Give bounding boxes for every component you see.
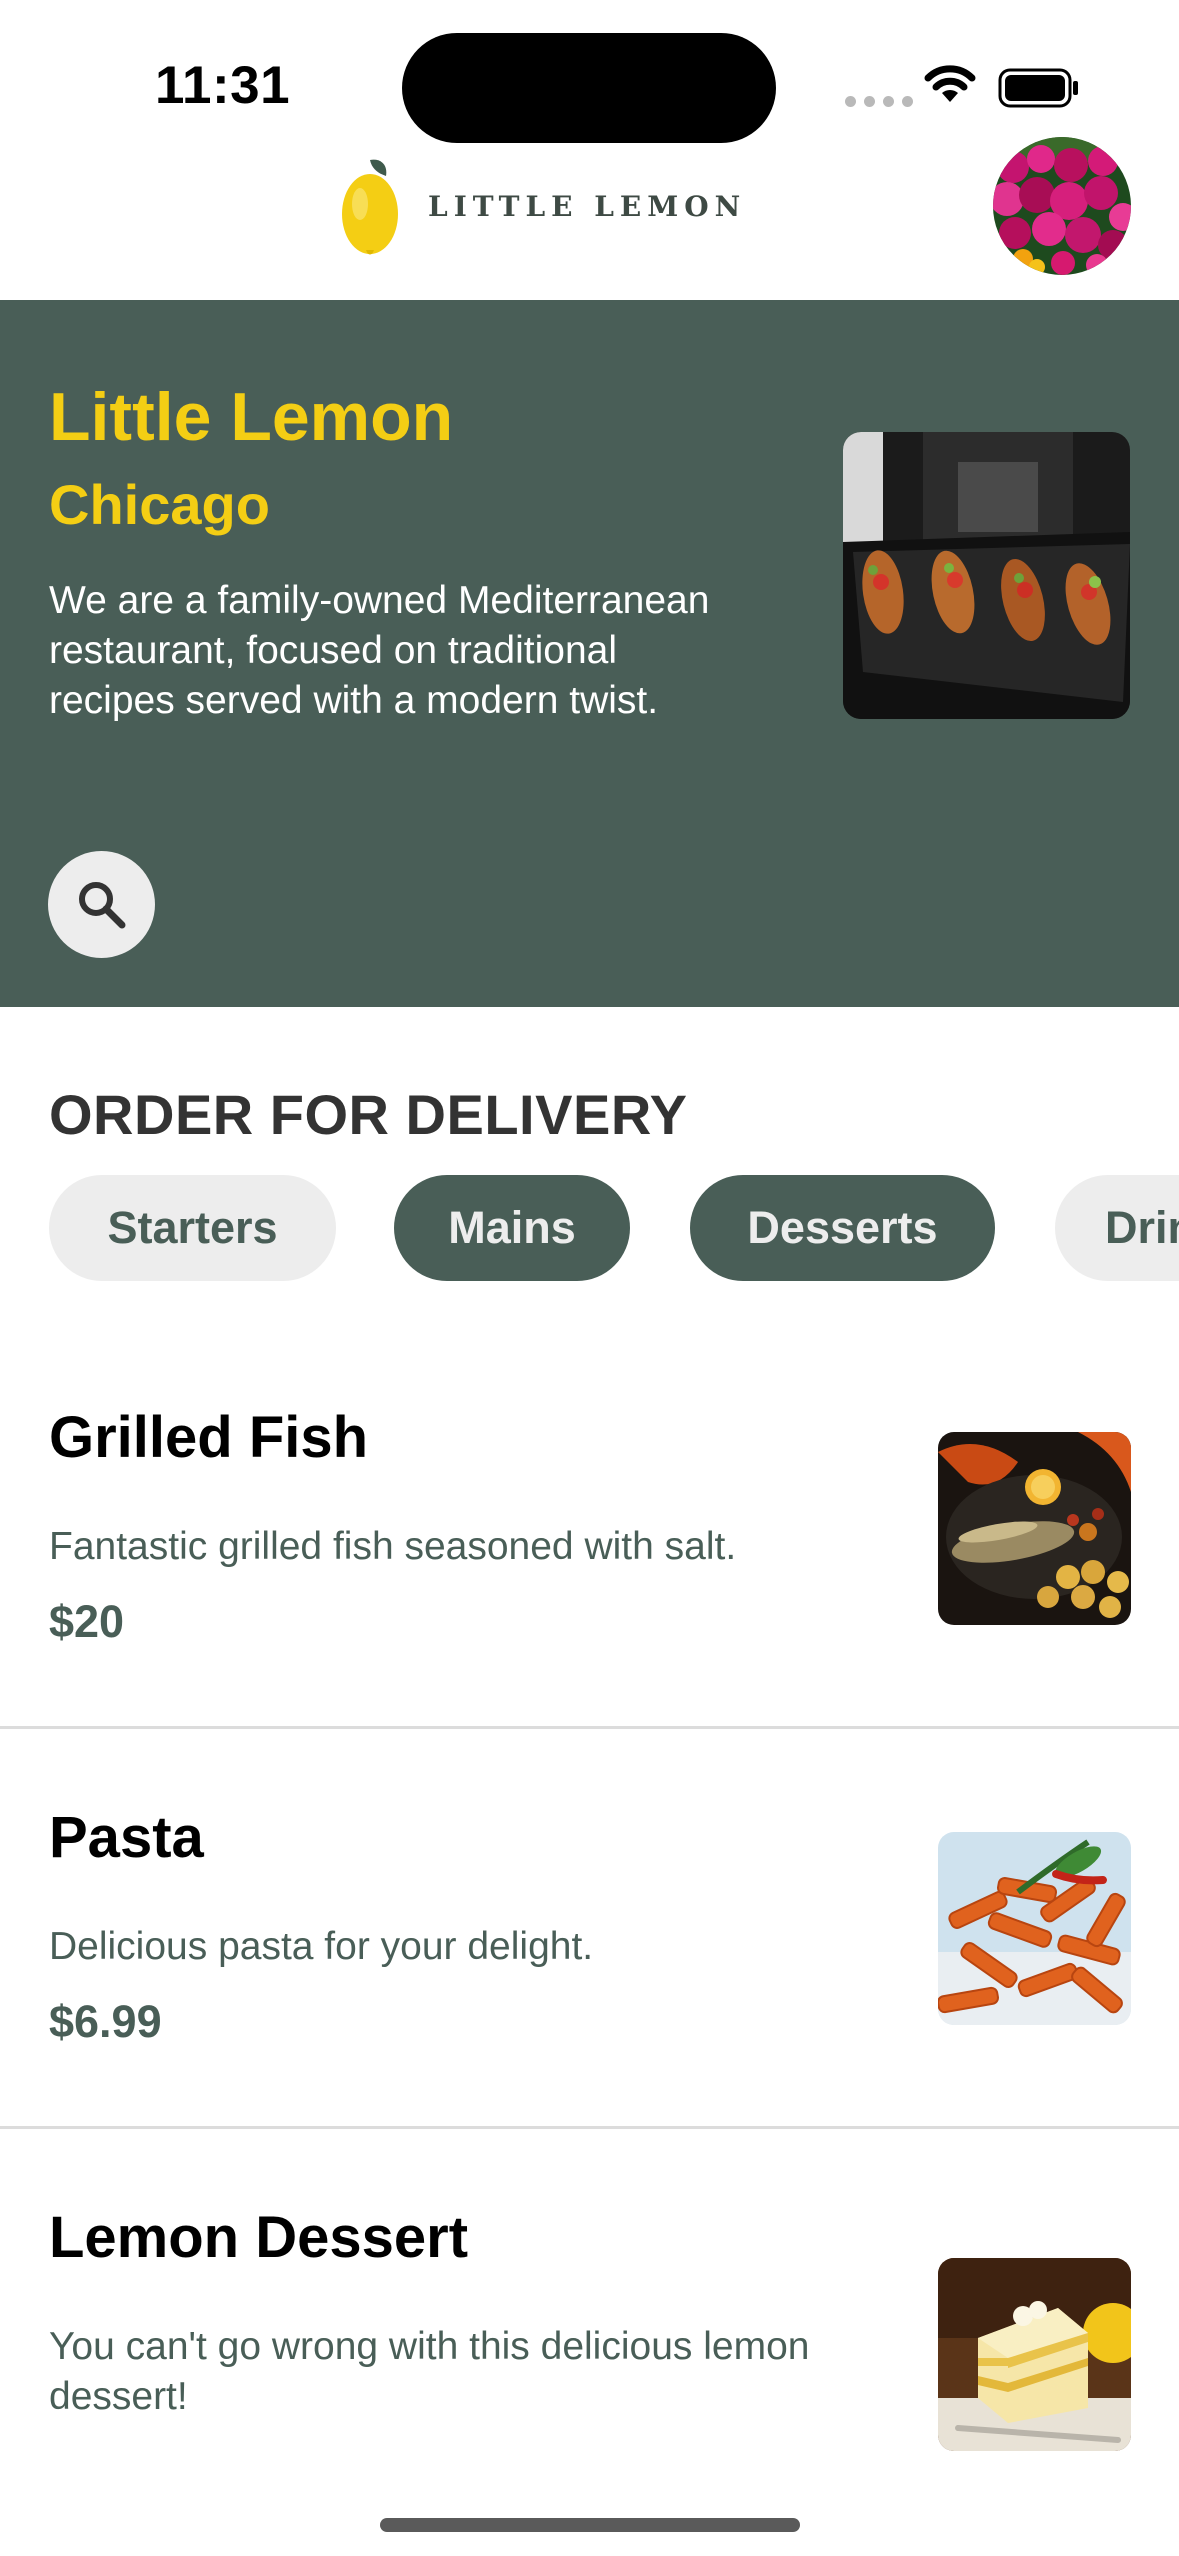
status-time: 11:31 xyxy=(155,56,291,115)
category-chip-drinks[interactable]: Drinks xyxy=(1055,1175,1179,1281)
menu-item-description: You can't go wrong with this delicious l… xyxy=(49,2325,810,2418)
category-chip-desserts[interactable]: Desserts xyxy=(690,1175,995,1281)
menu-item-lemon-dessert[interactable]: Lemon Dessert You can't go wrong with th… xyxy=(0,2129,1179,2556)
menu-item-price: $6.99 xyxy=(49,1996,162,2047)
status-bar: 11:31 xyxy=(0,0,1179,150)
menu-item-name: Pasta xyxy=(49,1805,204,1870)
profile-avatar[interactable] xyxy=(993,137,1131,275)
pasta-image xyxy=(938,1832,1131,2025)
restaurant-city: Chicago xyxy=(49,473,270,536)
home-indicator[interactable] xyxy=(380,2518,800,2532)
menu-item-grilled-fish[interactable]: Grilled Fish Fantastic grilled fish seas… xyxy=(0,1380,1179,1726)
cellular-signal-icon xyxy=(845,96,913,107)
grilled-fish-image xyxy=(938,1432,1131,1625)
order-section-title: ORDER FOR DELIVERY xyxy=(49,1083,688,1146)
lemon-dessert-image xyxy=(938,2258,1131,2451)
search-icon xyxy=(78,881,125,928)
menu-item-description: Fantastic grilled fish seasoned with sal… xyxy=(49,1525,737,1568)
category-chip-starters[interactable]: Starters xyxy=(49,1175,336,1281)
menu-item-pasta[interactable]: Pasta Delicious pasta for your delight. … xyxy=(0,1729,1179,2126)
menu-item-price: $20 xyxy=(49,1596,125,1647)
restaurant-description: We are a family-owned Mediterranean rest… xyxy=(49,579,710,722)
wifi-icon xyxy=(924,65,976,102)
category-chips: Starters Mains Desserts Drinks xyxy=(0,1175,1179,1281)
menu-item-name: Grilled Fish xyxy=(49,1405,369,1470)
dynamic-island xyxy=(402,33,776,143)
little-lemon-logo: LITTLE LEMON xyxy=(340,154,746,258)
flowers-image xyxy=(993,137,1131,275)
menu-item-description: Delicious pasta for your delight. xyxy=(49,1925,594,1968)
hero-food-image xyxy=(843,432,1130,719)
battery-icon xyxy=(998,68,1078,108)
search-button[interactable] xyxy=(48,851,155,958)
hero-banner: Little Lemon Chicago We are a family-own… xyxy=(0,300,1179,1007)
restaurant-name: Little Lemon xyxy=(49,379,454,455)
lemon-logo-icon xyxy=(342,159,398,255)
menu-item-name: Lemon Dessert xyxy=(49,2205,469,2270)
category-chip-mains[interactable]: Mains xyxy=(394,1175,630,1281)
logo-text: LITTLE LEMON xyxy=(428,189,747,223)
